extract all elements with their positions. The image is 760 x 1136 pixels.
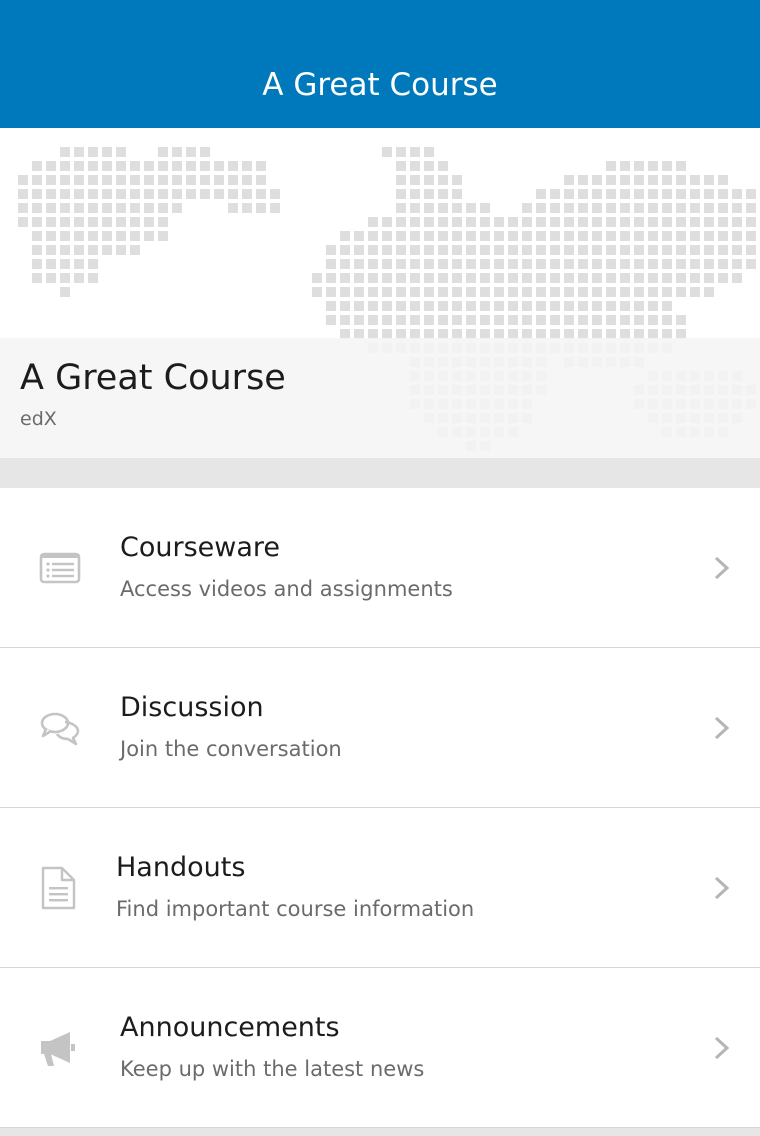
menu-item-handouts[interactable]: Handouts Find important course informati… [0, 808, 760, 968]
menu-item-subtitle: Join the conversation [120, 737, 342, 761]
course-org: edX [20, 408, 57, 430]
menu-item-label: Announcements [120, 1012, 340, 1043]
section-gap [0, 458, 760, 488]
menu-item-subtitle: Access videos and assignments [120, 577, 453, 601]
bottom-divider [0, 1128, 760, 1136]
course-hero: A Great Course edX [0, 128, 760, 458]
menu-item-label: Courseware [120, 532, 281, 563]
chevron-right-icon [714, 876, 730, 900]
course-menu: Courseware Access videos and assignments… [0, 488, 760, 1128]
chevron-right-icon [714, 716, 730, 740]
chevron-right-icon [714, 556, 730, 580]
nav-bar: A Great Course [0, 0, 760, 128]
menu-item-discussion[interactable]: Discussion Join the conversation [0, 648, 760, 808]
document-icon [41, 866, 76, 910]
list-icon [39, 552, 81, 584]
chevron-right-icon [714, 1036, 730, 1060]
menu-item-subtitle: Find important course information [116, 897, 475, 921]
course-title: A Great Course [20, 358, 286, 398]
megaphone-icon [41, 1032, 75, 1066]
menu-item-announcements[interactable]: Announcements Keep up with the latest ne… [0, 968, 760, 1128]
menu-item-label: Handouts [116, 852, 246, 883]
course-info-panel: A Great Course edX [0, 338, 760, 458]
menu-item-subtitle: Keep up with the latest news [120, 1057, 425, 1081]
menu-item-courseware[interactable]: Courseware Access videos and assignments [0, 488, 760, 648]
menu-item-label: Discussion [120, 692, 264, 723]
nav-title: A Great Course [262, 67, 498, 103]
chat-bubbles-icon [40, 712, 80, 746]
